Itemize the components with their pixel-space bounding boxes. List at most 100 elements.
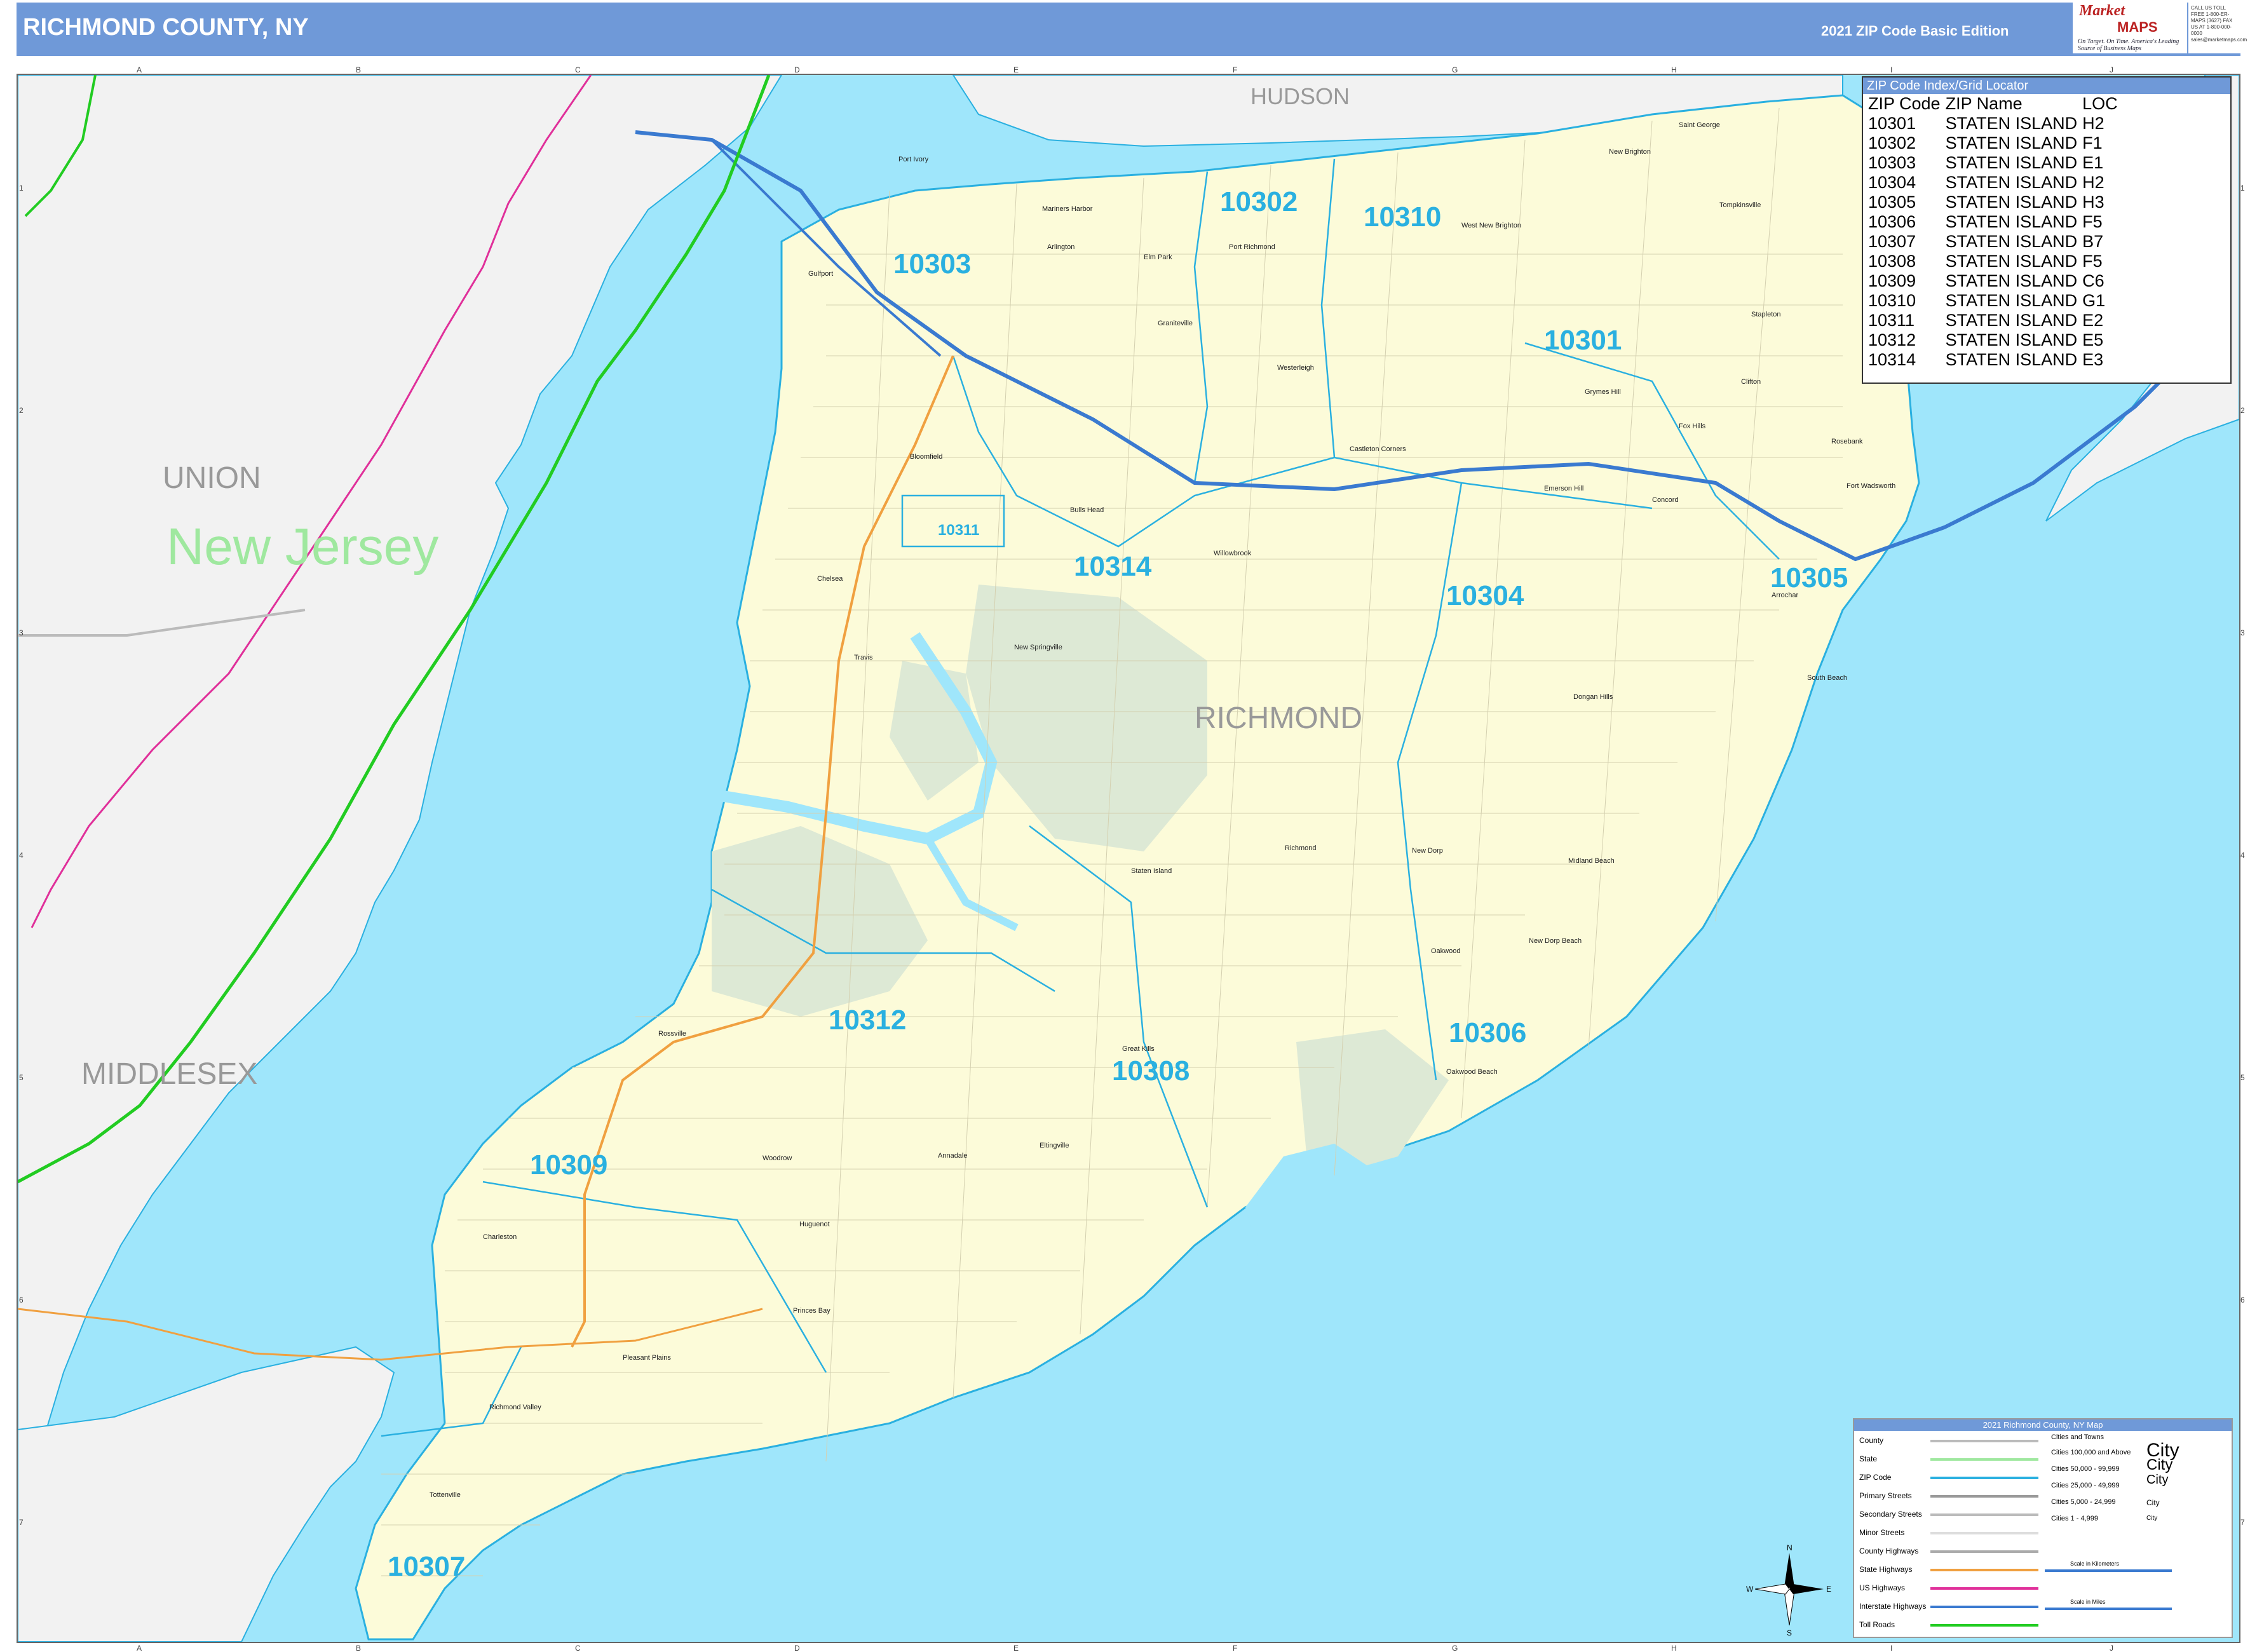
zip-index-row: 10301 STATEN ISLAND H2 [1866, 114, 2120, 133]
legend-city-sample: City [2146, 1473, 2169, 1487]
grid-col-D-bottom: D [794, 1644, 800, 1652]
scale-bar-mi [2045, 1608, 2172, 1610]
grid-row-5-right: 5 [2240, 1073, 2245, 1082]
grid-col-B: B [356, 65, 361, 74]
grid-col-E: E [1013, 65, 1019, 74]
legend-city-sample: City [2146, 1456, 2173, 1473]
zip-index-cell-zip: 10302 [1868, 133, 1916, 152]
grid-row-3-right: 3 [2240, 628, 2245, 637]
grid-col-G: G [1452, 65, 1458, 74]
compass-s: S [1787, 1628, 1792, 1637]
grid-row-2-right: 2 [2240, 406, 2245, 415]
grid-col-J-bottom: J [2110, 1644, 2113, 1652]
grid-col-C-bottom: C [575, 1644, 581, 1652]
zip-index-cell-loc: H2 [2082, 173, 2104, 192]
zip-index-cell-loc: B7 [2082, 232, 2104, 251]
grid-col-H-bottom: H [1671, 1644, 1677, 1652]
zip-index-header-name: ZIP Name [1945, 94, 2023, 113]
zip-index-cell-loc: H2 [2082, 114, 2104, 133]
zip-index-cell-zip: 10309 [1868, 271, 1916, 290]
grid-row-7-right: 7 [2240, 1518, 2245, 1527]
zip-index-cell-loc: F5 [2082, 252, 2103, 271]
grid-row-4-right: 4 [2240, 851, 2245, 860]
legend-scale-mi: Scale in Miles [2070, 1599, 2106, 1605]
zip-index-cell-name: STATEN ISLAND [1945, 350, 2078, 369]
compass-east-arm [1789, 1584, 1824, 1594]
legend-item-label: Toll Roads [1859, 1620, 1895, 1629]
grid-col-I: I [1890, 65, 1892, 74]
zip-index-cell-zip: 10308 [1868, 252, 1916, 271]
zip-index-title: ZIP Code Index/Grid Locator [1863, 78, 2230, 94]
zip-index-cell-name: STATEN ISLAND [1945, 173, 2078, 192]
zip-index-row: 10309 STATEN ISLAND C6 [1866, 271, 2120, 291]
zip-index-row: 10304 STATEN ISLAND H2 [1866, 173, 2120, 193]
legend-item-swatch [1930, 1458, 2038, 1461]
zip-index-cell-name: STATEN ISLAND [1945, 330, 2078, 349]
legend-city-sample: City [2146, 1498, 2160, 1507]
zip-index-table: ZIP Code ZIP Name LOC 10301 STATEN ISLAND… [1866, 94, 2120, 370]
zip-index-cell-name: STATEN ISLAND [1945, 193, 2078, 212]
legend-item-swatch [1930, 1440, 2038, 1442]
grid-col-I-bottom: I [1890, 1644, 1892, 1652]
grid-col-A-bottom: A [137, 1644, 142, 1652]
grid-col-labels-top: A B C D E F G H I J [137, 65, 2113, 74]
zip-index-cell-name: STATEN ISLAND [1945, 271, 2078, 290]
legend-item-swatch [1930, 1495, 2038, 1498]
legend-panel: 2021 Richmond County, NY Map County State… [1853, 1418, 2233, 1638]
grid-col-H: H [1671, 65, 1677, 74]
zip-index-cell-name: STATEN ISLAND [1945, 114, 2078, 133]
zip-index-cell-loc: E3 [2082, 350, 2104, 369]
legend-item-swatch [1930, 1624, 2038, 1627]
legend-city-class-label: Cities 1 - 4,999 [2051, 1515, 2098, 1522]
zip-index-cell-loc: H3 [2082, 193, 2104, 212]
legend-item-label: State [1859, 1454, 1878, 1463]
zip-index-cell-zip: 10312 [1868, 330, 1916, 349]
legend-item-label: ZIP Code [1859, 1473, 1892, 1482]
legend-item-label: Interstate Highways [1859, 1602, 1927, 1611]
grid-col-C: C [575, 65, 581, 74]
legend-cities-title: Cities and Towns [2051, 1433, 2104, 1441]
zip-index-cell-name: STATEN ISLAND [1945, 311, 2078, 330]
legend-item-swatch [1930, 1569, 2038, 1571]
zip-index-cell-loc: E1 [2082, 153, 2104, 172]
zip-index-header-zip: ZIP Code [1868, 94, 1941, 113]
zip-index-cell-zip: 10301 [1868, 114, 1916, 133]
legend-item-swatch [1930, 1550, 2038, 1553]
zip-index-cell-loc: F1 [2082, 133, 2103, 152]
zip-index-cell-loc: F5 [2082, 212, 2103, 231]
zip-index-cell-loc: E5 [2082, 330, 2104, 349]
compass-w: W [1746, 1585, 1754, 1594]
legend-item-swatch [1930, 1606, 2038, 1608]
zip-index-row: 10306 STATEN ISLAND F5 [1866, 212, 2120, 232]
zip-index-cell-zip: 10303 [1868, 153, 1916, 172]
grid-col-A: A [137, 65, 142, 74]
legend-item-label: County [1859, 1436, 1884, 1445]
legend-city-class-label: Cities 25,000 - 49,999 [2051, 1482, 2120, 1489]
grid-col-F-bottom: F [1233, 1644, 1237, 1652]
zip-index-row: 10308 STATEN ISLAND F5 [1866, 252, 2120, 271]
grid-row-labels-right: 1 2 3 4 5 6 7 [2240, 184, 2245, 1527]
zip-index-cell-zip: 10306 [1868, 212, 1916, 231]
zip-index-cell-loc: G1 [2082, 291, 2106, 310]
legend-item-label: Minor Streets [1859, 1528, 1905, 1537]
scale-bar-km [2045, 1569, 2172, 1572]
legend-item-label: US Highways [1859, 1583, 1906, 1592]
legend-scale-km: Scale in Kilometers [2070, 1561, 2120, 1567]
zip-index-cell-name: STATEN ISLAND [1945, 252, 2078, 271]
zip-index-row: 10310 STATEN ISLAND G1 [1866, 291, 2120, 311]
zip-index-cell-name: STATEN ISLAND [1945, 232, 2078, 251]
grid-col-J: J [2110, 65, 2113, 74]
compass-rose-icon: N S W E [1746, 1543, 1831, 1637]
zip-index-panel: ZIP Code Index/Grid Locator ZIP Code ZIP… [1862, 76, 2232, 384]
grid-row-1-right: 1 [2240, 184, 2245, 193]
legend-title: 2021 Richmond County, NY Map [1854, 1419, 2232, 1431]
legend-city-class-label: Cities 50,000 - 99,999 [2051, 1465, 2120, 1473]
grid-col-G-bottom: G [1452, 1644, 1458, 1652]
grid-col-B-bottom: B [356, 1644, 361, 1652]
zip-index-cell-zip: 10311 [1868, 311, 1915, 330]
zip-index-row: 10302 STATEN ISLAND F1 [1866, 133, 2120, 153]
zip-index-row: 10311 STATEN ISLAND E2 [1866, 311, 2120, 330]
legend-item-label: County Highways [1859, 1547, 1919, 1555]
legend-item-label: Primary Streets [1859, 1491, 1912, 1500]
legend-item-label: State Highways [1859, 1565, 1913, 1574]
